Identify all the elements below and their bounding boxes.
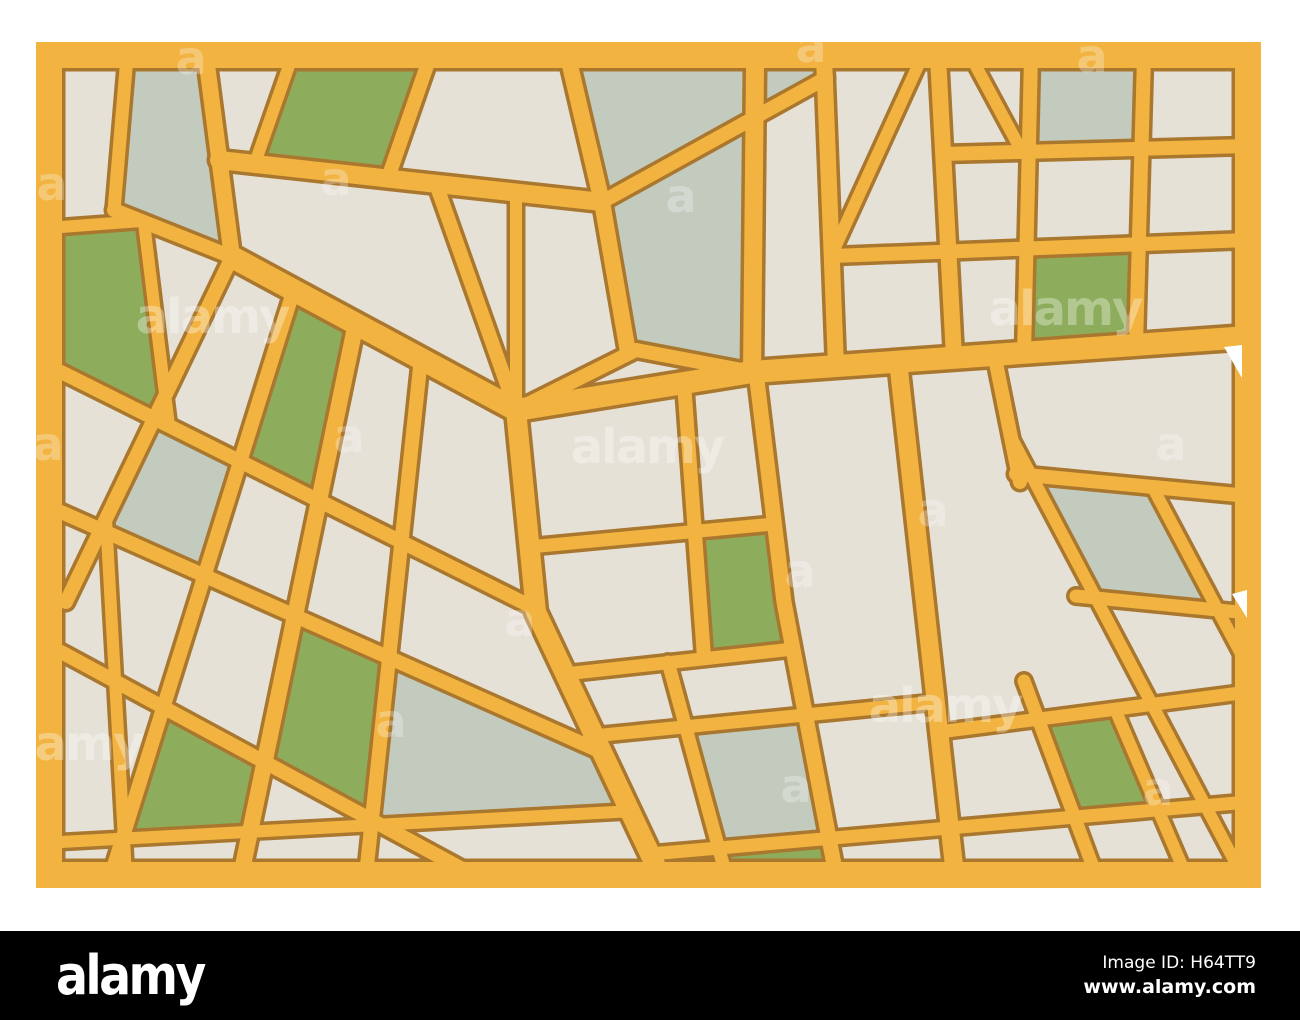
watermark-word: alamy bbox=[989, 281, 1143, 337]
watermark-word: alamy bbox=[136, 289, 290, 345]
watermark-letter: a bbox=[375, 694, 406, 748]
map-canvas: alamy alamy alamy alamy alamy a a a a a a a a a a a a a a a bbox=[36, 42, 1261, 888]
watermark-letter: a bbox=[1155, 417, 1186, 471]
watermark-word: alamy bbox=[571, 419, 725, 475]
watermark-letter: a bbox=[320, 152, 351, 206]
image-id-text: Image ID: H64TT9 bbox=[1102, 953, 1256, 973]
street-fill bbox=[743, 59, 764, 381]
watermark-letter: a bbox=[36, 417, 64, 471]
street-fill bbox=[55, 215, 147, 233]
alamy-url-text: www.alamy.com bbox=[1083, 976, 1256, 998]
watermark-footer-bar: alamy Image ID: H64TT9 www.alamy.com bbox=[0, 931, 1300, 1020]
watermark-letter: a bbox=[795, 42, 826, 73]
stock-image-page: alamyalamyalamyalamyalamyaaaaaaaaaaaaaaa… bbox=[0, 0, 1300, 1020]
watermark-letter: a bbox=[175, 42, 206, 85]
street-fill bbox=[936, 139, 1255, 161]
footer-info: Image ID: H64TT9 www.alamy.com bbox=[1083, 953, 1256, 998]
watermark-letter: a bbox=[36, 157, 67, 211]
watermark-letter: a bbox=[504, 593, 535, 647]
alamy-logo: alamy bbox=[56, 943, 206, 1007]
watermark-letter: a bbox=[917, 483, 948, 537]
watermark-letter: a bbox=[1142, 762, 1173, 816]
watermark-letter: a bbox=[665, 169, 696, 223]
watermark-word: alamy bbox=[36, 716, 144, 772]
watermark-letter: a bbox=[333, 409, 364, 463]
watermark-word: alamy bbox=[869, 678, 1023, 734]
watermark-letter: a bbox=[1076, 42, 1107, 83]
watermark-letter: a bbox=[784, 544, 815, 598]
street-map-illustration: alamy alamy alamy alamy alamy a a a a a a a a a a a a a a a bbox=[36, 42, 1261, 888]
watermark-letter: a bbox=[780, 759, 811, 813]
